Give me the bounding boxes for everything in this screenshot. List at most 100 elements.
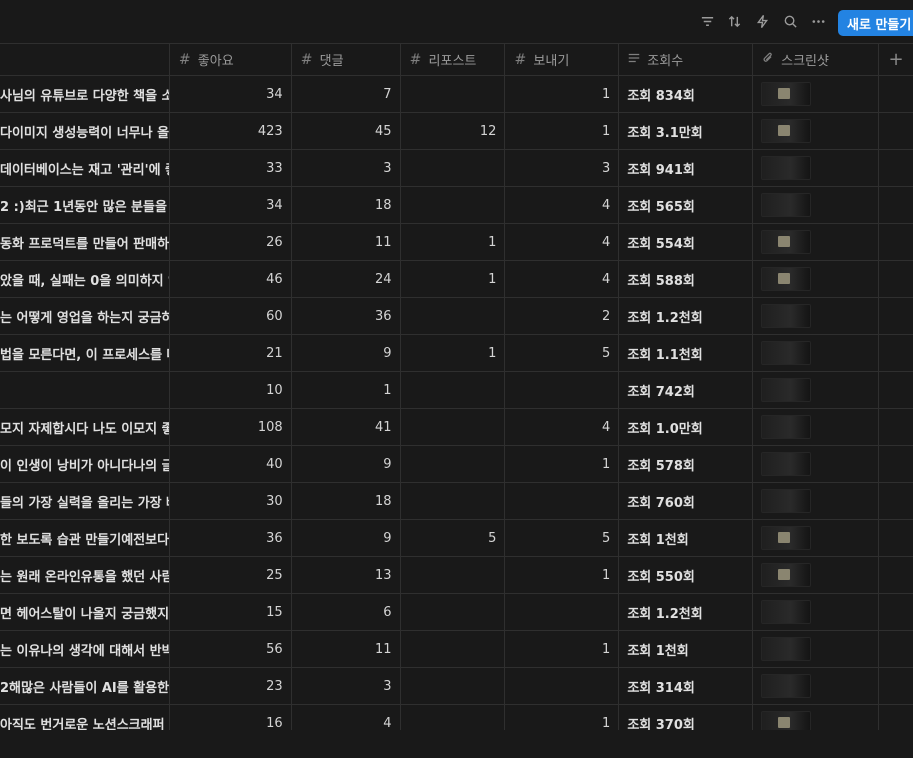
title-cell[interactable]: 2 :)최근 1년동안 많은 분들을 만 xyxy=(0,187,170,223)
likes-cell[interactable]: 36 xyxy=(170,520,292,556)
views-cell[interactable]: 조회 314회 xyxy=(619,668,754,704)
comments-cell[interactable]: 41 xyxy=(292,409,401,445)
table-row[interactable]: 10 1 조회 742회 xyxy=(0,372,913,409)
comments-cell[interactable]: 3 xyxy=(292,668,401,704)
header-comments[interactable]: # 댓글 xyxy=(292,44,401,75)
header-title[interactable] xyxy=(0,44,170,75)
comments-cell[interactable]: 11 xyxy=(292,631,401,667)
sends-cell[interactable] xyxy=(505,594,620,630)
header-reposts[interactable]: # 리포스트 xyxy=(401,44,506,75)
reposts-cell[interactable]: 1 xyxy=(401,224,506,260)
add-column-button[interactable]: + xyxy=(879,44,913,75)
table-row[interactable]: 다이미지 생성능력이 너무나 올라 423 45 12 1 조회 3.1만회 xyxy=(0,113,913,150)
comments-cell[interactable]: 18 xyxy=(292,187,401,223)
screenshot-cell[interactable] xyxy=(753,113,880,149)
sends-cell[interactable]: 1 xyxy=(505,705,620,731)
screenshot-thumbnail[interactable] xyxy=(761,711,812,731)
table-row[interactable]: 한 보도록 습관 만들기예전보다 유 36 9 5 5 조회 1천회 xyxy=(0,520,913,557)
title-cell[interactable]: 았을 때, 실패는 0을 의미하지 않는 xyxy=(0,261,170,297)
comments-cell[interactable]: 4 xyxy=(292,705,401,731)
screenshot-thumbnail[interactable] xyxy=(761,341,812,365)
table-row[interactable]: 2해많은 사람들이 AI를 활용한 기 23 3 조회 314회 xyxy=(0,668,913,705)
comments-cell[interactable]: 3 xyxy=(292,150,401,186)
header-screenshot[interactable]: 스크린샷 xyxy=(753,44,879,75)
comments-cell[interactable]: 9 xyxy=(292,335,401,371)
reposts-cell[interactable] xyxy=(401,372,506,408)
screenshot-cell[interactable] xyxy=(753,224,880,260)
screenshot-cell[interactable] xyxy=(753,705,880,731)
table-row[interactable]: 사님의 유튜브로 다양한 책을 소 34 7 1 조회 834회 xyxy=(0,76,913,113)
reposts-cell[interactable] xyxy=(401,668,506,704)
reposts-cell[interactable] xyxy=(401,298,506,334)
title-cell[interactable]: 면 헤어스탈이 나올지 궁금했지만 xyxy=(0,594,170,630)
comments-cell[interactable]: 36 xyxy=(292,298,401,334)
screenshot-cell[interactable] xyxy=(753,557,880,593)
screenshot-thumbnail[interactable] xyxy=(761,193,812,217)
likes-cell[interactable]: 26 xyxy=(170,224,292,260)
table-row[interactable]: 았을 때, 실패는 0을 의미하지 않는462414조회 588회 xyxy=(0,261,913,298)
reposts-cell[interactable] xyxy=(401,150,506,186)
title-cell[interactable]: 는 어떻게 영업을 하는지 궁금하 xyxy=(0,298,170,334)
comments-cell[interactable]: 45 xyxy=(292,113,401,149)
reposts-cell[interactable] xyxy=(401,557,506,593)
screenshot-thumbnail[interactable] xyxy=(761,563,812,587)
views-cell[interactable]: 조회 742회 xyxy=(619,372,754,408)
comments-cell[interactable]: 9 xyxy=(292,520,401,556)
sends-cell[interactable] xyxy=(505,668,620,704)
comments-cell[interactable]: 9 xyxy=(292,446,401,482)
reposts-cell[interactable]: 1 xyxy=(401,261,506,297)
table-row[interactable]: 이 인생이 낭비가 아니다나의 글 40 9 1 조회 578회 xyxy=(0,446,913,483)
views-cell[interactable]: 조회 834회 xyxy=(619,76,754,112)
views-cell[interactable]: 조회 760회 xyxy=(619,483,754,519)
title-cell[interactable]: 들의 가장 실력을 올리는 가장 빠 xyxy=(0,483,170,519)
reposts-cell[interactable] xyxy=(401,631,506,667)
screenshot-cell[interactable] xyxy=(753,594,880,630)
table-row[interactable]: 데이터베이스는 재고 '관리'에 좋 33 3 3 조회 941회 xyxy=(0,150,913,187)
sends-cell[interactable]: 1 xyxy=(505,446,620,482)
title-cell[interactable] xyxy=(0,372,170,408)
table-row[interactable]: 는 이유나의 생각에 대해서 반박하 56 11 1 조회 1천회 xyxy=(0,631,913,668)
sends-cell[interactable]: 5 xyxy=(505,520,620,556)
screenshot-thumbnail[interactable] xyxy=(761,674,812,698)
more-icon[interactable] xyxy=(809,12,827,30)
filter-icon[interactable] xyxy=(698,12,716,30)
title-cell[interactable]: 한 보도록 습관 만들기예전보다 유 xyxy=(0,520,170,556)
likes-cell[interactable]: 108 xyxy=(170,409,292,445)
new-button[interactable]: 새로 만들기 xyxy=(838,10,913,36)
screenshot-thumbnail[interactable] xyxy=(761,119,812,143)
screenshot-thumbnail[interactable] xyxy=(761,526,812,550)
views-cell[interactable]: 조회 588회 xyxy=(619,261,754,297)
screenshot-thumbnail[interactable] xyxy=(761,267,812,291)
screenshot-cell[interactable] xyxy=(753,409,880,445)
likes-cell[interactable]: 10 xyxy=(170,372,292,408)
search-icon[interactable] xyxy=(781,12,799,30)
screenshot-cell[interactable] xyxy=(753,668,880,704)
reposts-cell[interactable]: 1 xyxy=(401,335,506,371)
sends-cell[interactable]: 5 xyxy=(505,335,620,371)
table-row[interactable]: 동화 프로덕트를 만들어 판매하시 26 11 1 4 조회 554회 xyxy=(0,224,913,261)
comments-cell[interactable]: 24 xyxy=(292,261,401,297)
sends-cell[interactable]: 2 xyxy=(505,298,620,334)
screenshot-cell[interactable] xyxy=(753,298,880,334)
sends-cell[interactable]: 4 xyxy=(505,409,620,445)
screenshot-cell[interactable] xyxy=(753,483,880,519)
comments-cell[interactable]: 7 xyxy=(292,76,401,112)
views-cell[interactable]: 조회 565회 xyxy=(619,187,754,223)
likes-cell[interactable]: 30 xyxy=(170,483,292,519)
title-cell[interactable]: 아직도 번거로운 노션스크래퍼 사 xyxy=(0,705,170,731)
likes-cell[interactable]: 423 xyxy=(170,113,292,149)
views-cell[interactable]: 조회 1.2천회 xyxy=(619,594,754,630)
likes-cell[interactable]: 34 xyxy=(170,187,292,223)
table-row[interactable]: 아직도 번거로운 노션스크래퍼 사 16 4 1 조회 370회 xyxy=(0,705,913,731)
likes-cell[interactable]: 23 xyxy=(170,668,292,704)
likes-cell[interactable]: 15 xyxy=(170,594,292,630)
title-cell[interactable]: 법을 모른다면, 이 프로세스를 따 xyxy=(0,335,170,371)
likes-cell[interactable]: 21 xyxy=(170,335,292,371)
views-cell[interactable]: 조회 578회 xyxy=(619,446,754,482)
likes-cell[interactable]: 25 xyxy=(170,557,292,593)
screenshot-thumbnail[interactable] xyxy=(761,82,812,106)
reposts-cell[interactable] xyxy=(401,594,506,630)
likes-cell[interactable]: 34 xyxy=(170,76,292,112)
table-row[interactable]: 들의 가장 실력을 올리는 가장 빠 30 18 조회 760회 xyxy=(0,483,913,520)
likes-cell[interactable]: 46 xyxy=(170,261,292,297)
